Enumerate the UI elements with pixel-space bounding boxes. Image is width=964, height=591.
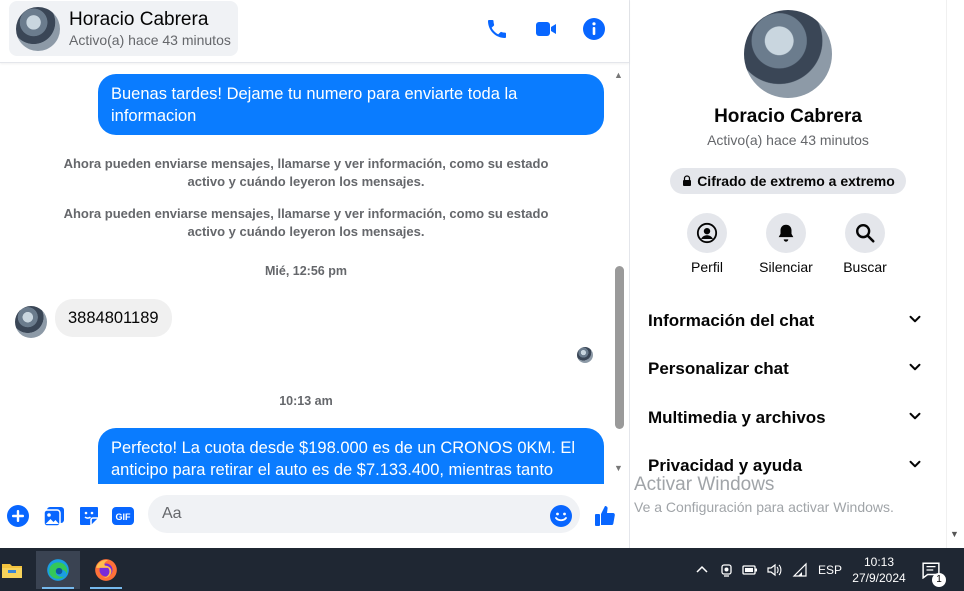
- language-indicator[interactable]: ESP: [818, 548, 842, 591]
- gif-icon[interactable]: GIF: [110, 503, 136, 529]
- chat-scroll-thumb[interactable]: [615, 266, 624, 429]
- notification-count-badge: 1: [932, 573, 946, 587]
- bell-icon[interactable]: [766, 213, 806, 253]
- action-mute[interactable]: Silenciar: [751, 213, 821, 275]
- battery-icon[interactable]: [742, 548, 758, 591]
- profile-icon[interactable]: [687, 213, 727, 253]
- panel-scrollbar[interactable]: ▼: [946, 0, 962, 548]
- info-icon[interactable]: [581, 16, 607, 42]
- meet-now-icon[interactable]: [719, 548, 735, 591]
- watermark-title: Activar Windows: [634, 474, 775, 495]
- system-notice: Ahora pueden enviarse mensajes, llamarse…: [63, 156, 549, 189]
- photo-icon[interactable]: [41, 503, 67, 529]
- section-customize-chat[interactable]: Personalizar chat: [638, 347, 934, 391]
- action-profile[interactable]: Perfil: [672, 213, 742, 275]
- message-input[interactable]: [148, 495, 580, 533]
- chevron-down-icon: [906, 455, 924, 478]
- section-label: Información del chat: [648, 311, 815, 330]
- gif-label: GIF: [116, 512, 132, 522]
- sticker-icon[interactable]: [76, 503, 102, 529]
- system-notice: Ahora pueden enviarse mensajes, llamarse…: [63, 206, 549, 239]
- action-mute-label: Silenciar: [759, 259, 813, 275]
- show-hidden-icons[interactable]: [694, 548, 710, 591]
- chevron-down-icon: [906, 407, 924, 430]
- sender-avatar[interactable]: [15, 306, 47, 338]
- active-app-indicator: [42, 587, 74, 589]
- clock-date: 27/9/2024: [852, 571, 906, 585]
- contact-status: Activo(a) hace 43 minutos: [69, 32, 231, 48]
- action-search[interactable]: Buscar: [830, 213, 900, 275]
- file-explorer-icon[interactable]: [0, 551, 34, 589]
- chevron-down-icon: [906, 310, 924, 333]
- encryption-badge-label: Cifrado de extremo a extremo: [697, 173, 895, 189]
- watermark-subtitle: Ve a Configuración para activar Windows.: [634, 499, 894, 515]
- clock-time: 10:13: [863, 555, 895, 569]
- composer-bar: GIF: [0, 487, 629, 548]
- chat-column: Horacio Cabrera Activo(a) hace 43 minuto…: [0, 0, 629, 548]
- section-chat-info[interactable]: Información del chat: [638, 299, 934, 343]
- thumbs-up-icon[interactable]: [592, 503, 618, 529]
- panel-scroll-down-arrow[interactable]: ▼: [950, 529, 959, 539]
- action-search-label: Buscar: [843, 259, 887, 275]
- message-list[interactable]: Buenas tardes! Dejame tu numero para env…: [0, 64, 612, 484]
- panel-contact-status: Activo(a) hace 43 minutos: [707, 132, 869, 148]
- lock-icon: [683, 175, 692, 186]
- edge-icon[interactable]: [36, 551, 80, 589]
- conversation-info-panel: Horacio Cabrera Activo(a) hace 43 minuto…: [630, 0, 946, 548]
- action-profile-label: Perfil: [691, 259, 723, 275]
- outgoing-message[interactable]: Buenas tardes! Dejame tu numero para env…: [98, 74, 604, 135]
- search-icon[interactable]: [845, 213, 885, 253]
- time-separator: 10:13 am: [279, 394, 333, 408]
- time-separator: Mié, 12:56 pm: [265, 264, 347, 278]
- section-label: Personalizar chat: [648, 359, 789, 378]
- windows-taskbar: ESP 10:13 27/9/2024 1: [0, 548, 964, 591]
- seen-receipt-avatar: [577, 347, 593, 363]
- section-media-files[interactable]: Multimedia y archivos: [638, 396, 934, 440]
- wifi-icon[interactable]: [792, 548, 808, 591]
- encryption-badge[interactable]: Cifrado de extremo a extremo: [670, 168, 906, 194]
- section-label: Privacidad y ayuda: [648, 456, 803, 475]
- contact-avatar: [16, 7, 60, 51]
- clock[interactable]: 10:13 27/9/2024: [840, 554, 918, 586]
- panel-contact-name: Horacio Cabrera: [714, 106, 862, 127]
- chat-header: Horacio Cabrera Activo(a) hace 43 minuto…: [0, 0, 629, 63]
- scroll-down-arrow[interactable]: ▼: [614, 463, 623, 473]
- profile-avatar-large[interactable]: [744, 10, 832, 98]
- incoming-message[interactable]: 3884801189: [55, 299, 172, 337]
- outgoing-message[interactable]: Perfecto! La cuota desde $198.000 es de …: [98, 428, 604, 484]
- emoji-icon[interactable]: [548, 503, 574, 529]
- messenger-window: Horacio Cabrera Activo(a) hace 43 minuto…: [0, 0, 964, 591]
- running-app-indicator: [90, 587, 122, 589]
- phone-icon[interactable]: [484, 16, 510, 42]
- windows-activation-watermark: Activar Windows Ve a Configuración para …: [634, 474, 894, 515]
- video-camera-icon[interactable]: [533, 16, 559, 42]
- chevron-down-icon: [906, 358, 924, 381]
- firefox-icon[interactable]: [84, 551, 128, 589]
- plus-circle-icon[interactable]: [5, 503, 31, 529]
- contact-name: Horacio Cabrera: [69, 9, 209, 30]
- volume-icon[interactable]: [766, 548, 782, 591]
- scroll-up-arrow[interactable]: ▲: [614, 70, 623, 80]
- section-label: Multimedia y archivos: [648, 408, 826, 427]
- contact-chip[interactable]: Horacio Cabrera Activo(a) hace 43 minuto…: [9, 1, 238, 56]
